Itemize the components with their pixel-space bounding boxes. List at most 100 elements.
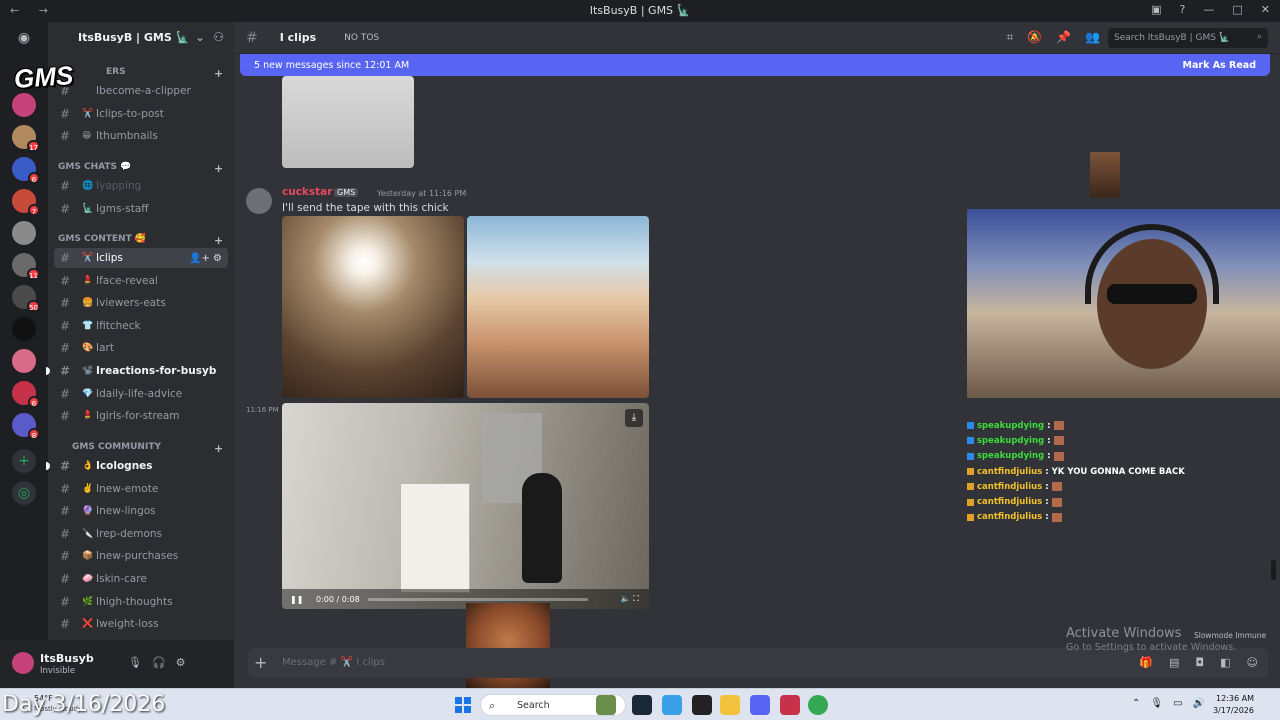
avatar[interactable] <box>12 652 34 674</box>
channel-gms-staff[interactable]: # 🗽 I gms-staff <box>54 199 228 219</box>
message-author[interactable]: cuckstar <box>282 186 332 198</box>
members-icon[interactable]: 👥 <box>1085 30 1100 45</box>
stream-chat-message: speakupdying: <box>967 433 1280 448</box>
server-icon[interactable]: 8 <box>12 413 40 440</box>
volume-icon[interactable]: 🔈 ⛶ <box>621 594 639 604</box>
channel-girls-for-stream[interactable]: # 💄 I girls-for-stream <box>54 406 228 426</box>
add-server-icon[interactable]: + <box>12 449 36 473</box>
discord-icon[interactable]: ◉ <box>12 26 36 50</box>
video-player[interactable]: ⤓ ❚❚ 0:00 / 0:08 🔈 ⛶ <box>282 403 649 609</box>
chevron-up-icon[interactable]: ⌃ <box>1132 698 1140 709</box>
attachment-image[interactable] <box>467 216 649 398</box>
add-member-icon[interactable]: ⚇ <box>213 30 224 44</box>
mark-as-read-button[interactable]: Mark As Read <box>1183 60 1256 71</box>
mute-icon[interactable]: 🔕 <box>1027 30 1042 45</box>
channel-art[interactable]: # 🎨 I art <box>54 338 228 358</box>
date-overlay: Day 3/16/2026 <box>2 692 166 717</box>
channel-thumbnails[interactable]: # 😁 I thumbnails <box>54 126 228 146</box>
server-icon[interactable] <box>12 93 36 117</box>
channel-become-a-clipper[interactable]: # I become-a-clipper <box>54 81 228 101</box>
pin-icon[interactable]: 📌 <box>1056 30 1071 45</box>
server-icon[interactable]: 6 <box>12 381 40 408</box>
channel-face-reveal[interactable]: # 💄 I face-reveal <box>54 271 228 291</box>
add-channel-icon[interactable]: + <box>214 234 223 247</box>
channel-high-thoughts[interactable]: # 🌿 I high-thoughts <box>54 592 228 612</box>
download-icon[interactable]: ⤓ <box>625 409 643 427</box>
attachment-image[interactable] <box>282 216 464 398</box>
category-gms-content[interactable]: GMS CONTENT 🥰 + <box>58 234 223 247</box>
server-icon[interactable] <box>12 349 36 373</box>
settings-icon[interactable]: ⚙ <box>176 656 186 669</box>
server-header[interactable]: ItsBusyB | GMS 🗽 ⌄ ⚇ <box>48 22 234 52</box>
server-icon[interactable]: 6 <box>12 157 40 184</box>
category-clippers[interactable]: ERS + <box>106 67 223 80</box>
clock[interactable]: 12:36 AM 3/17/2026 <box>1210 693 1254 717</box>
emoji-icon[interactable]: ☺ <box>1247 656 1258 669</box>
epic-games-icon[interactable] <box>692 695 712 715</box>
help-icon[interactable]: ? <box>1180 3 1186 16</box>
discover-icon[interactable]: ◎ <box>12 481 36 505</box>
server-icon[interactable]: 11 <box>12 253 40 280</box>
channel-new-emote[interactable]: # ✌️ I new-emote <box>54 479 228 499</box>
chrome-icon[interactable] <box>808 695 828 715</box>
channel-clips-to-post[interactable]: # ✂️ I clips-to-post <box>54 104 228 124</box>
window-title: ItsBusyB | GMS 🗽 <box>589 4 691 17</box>
minimize-button[interactable]: — <box>1203 3 1214 16</box>
server-icon[interactable] <box>12 221 36 245</box>
mic-icon[interactable]: 🎙 <box>1150 698 1163 709</box>
server-icon[interactable] <box>12 317 36 341</box>
channel-new-lingos[interactable]: # 🔮 I new-lingos <box>54 501 228 521</box>
threads-icon[interactable]: ⌗ <box>1006 30 1013 45</box>
channel-daily-life-advice[interactable]: # 💎 I daily-life-advice <box>54 384 228 404</box>
channel-yapping[interactable]: # 🌐 I yapping <box>54 176 228 196</box>
volume-icon[interactable]: 🔊 <box>1193 698 1205 709</box>
video-progress[interactable] <box>367 597 588 601</box>
channel-viewers-eats[interactable]: # 🍔 I viewers-eats <box>54 293 228 313</box>
channel-settings-icon[interactable]: 👤+ ⚙ <box>189 253 222 264</box>
gms-logo: GMS <box>12 59 75 95</box>
server-icon[interactable]: 7 <box>12 189 40 216</box>
channel-fitcheck[interactable]: # 👕 I fitcheck <box>54 316 228 336</box>
taskbar-app-icon[interactable] <box>596 695 616 715</box>
attachment-image[interactable] <box>282 76 414 168</box>
category-gms-community[interactable]: GMS COMMUNITY + <box>72 442 223 455</box>
channel-label: gms-staff <box>99 202 149 215</box>
channel-label: girls-for-stream <box>99 410 180 423</box>
server-icon[interactable]: 17 <box>12 125 40 152</box>
channel-rep-demons[interactable]: # 🔪 I rep-demons <box>54 524 228 544</box>
add-channel-icon[interactable]: + <box>214 162 223 175</box>
search-input[interactable]: Search ItsBusyB | GMS 🗽 ⌕ <box>1108 28 1268 48</box>
scrollbar-thumb[interactable] <box>1271 560 1276 580</box>
avatar[interactable] <box>246 188 272 214</box>
gift-icon[interactable]: 🎁 <box>1139 656 1153 669</box>
channel-colognes[interactable]: # 👌 I colognes <box>46 456 228 476</box>
channel-clips[interactable]: # ✂️ I clips 👤+ ⚙ <box>54 248 228 268</box>
new-messages-bar[interactable]: 5 new messages since 12:01 AM Mark As Re… <box>240 54 1270 76</box>
inbox-icon[interactable]: ▣ <box>1151 3 1161 16</box>
add-channel-icon[interactable]: + <box>214 442 223 455</box>
steam-icon[interactable] <box>632 695 652 715</box>
network-icon[interactable]: ▭ <box>1173 698 1182 709</box>
taskbar-app-icon[interactable] <box>780 695 800 715</box>
discord-taskbar-icon[interactable] <box>750 695 770 715</box>
channel-emoji: 📽️ <box>82 366 94 376</box>
maximize-button[interactable]: □ <box>1232 3 1242 16</box>
headphones-icon[interactable]: 🎧 <box>152 656 166 669</box>
sticker-icon[interactable]: ◘ <box>1195 656 1204 669</box>
close-button[interactable]: ✕ <box>1261 3 1270 16</box>
upload-icon[interactable]: + <box>254 653 267 672</box>
play-pause-icon[interactable]: ❚❚ <box>290 595 304 604</box>
gif-icon[interactable]: ▤ <box>1169 656 1179 669</box>
channel-skin-care[interactable]: # 🧼 I skin-care <box>54 569 228 589</box>
category-gms-chats[interactable]: GMS CHATS 💬 + <box>58 162 223 175</box>
mic-icon[interactable]: 🎙 <box>128 656 142 669</box>
windows-icon[interactable] <box>455 697 471 713</box>
channel-reactions-for-busyb[interactable]: # 📽️ I reactions-for-busyb <box>46 361 228 381</box>
server-icon[interactable]: 50 <box>12 285 40 312</box>
add-channel-icon[interactable]: + <box>214 67 223 80</box>
file-explorer-icon[interactable] <box>720 695 740 715</box>
channel-weight-loss[interactable]: # ❌ I weight-loss <box>54 614 228 634</box>
apps-icon[interactable]: ◧ <box>1220 656 1230 669</box>
taskbar-app-icon[interactable] <box>662 695 682 715</box>
channel-new-purchases[interactable]: # 📦 I new-purchases <box>54 546 228 566</box>
